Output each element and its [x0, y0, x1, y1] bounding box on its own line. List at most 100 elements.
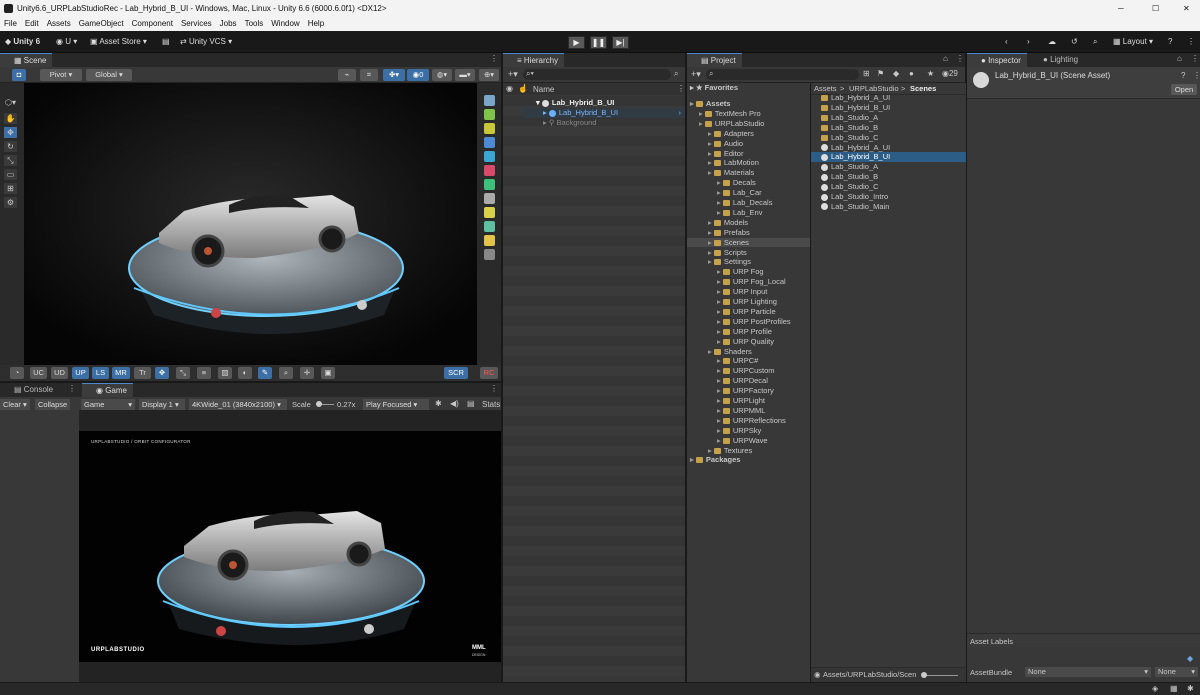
- hierarchy-search-input[interactable]: ⌕▾: [523, 69, 671, 80]
- info-icon[interactable]: ●: [909, 69, 914, 78]
- view-mode-icon[interactable]: ◘: [12, 69, 26, 81]
- project-tree-item[interactable]: ▸ Lab_Decals: [687, 198, 810, 208]
- scene-gauge-icon[interactable]: ◔: [10, 367, 24, 379]
- scene-file-item[interactable]: Lab_Hybrid_B_UI: [811, 152, 966, 163]
- expand-arrow-icon[interactable]: ▸: [717, 406, 723, 415]
- hierarchy-filter-icon[interactable]: ⌕: [674, 69, 678, 79]
- label-tag-icon[interactable]: ◆: [1187, 654, 1193, 663]
- scene-menu-icon[interactable]: ⋮: [490, 54, 498, 63]
- project-add-icon[interactable]: +▾: [691, 69, 701, 80]
- menu-help[interactable]: Help: [308, 19, 324, 28]
- rotate-tool-icon[interactable]: ↻: [4, 141, 17, 152]
- overlay-cube-icon[interactable]: [484, 137, 495, 148]
- breadcrumb-assets[interactable]: Assets: [814, 84, 837, 93]
- zoom-icon[interactable]: ⌕: [279, 367, 293, 379]
- project-tree-item[interactable]: ▸ URPFactory: [687, 386, 810, 396]
- expand-arrow-icon[interactable]: ▸: [708, 248, 714, 257]
- project-lock-icon[interactable]: ⌂: [943, 54, 948, 63]
- snap-icon[interactable]: ⌁: [338, 69, 356, 81]
- moon-icon[interactable]: ◐: [238, 367, 252, 379]
- menu-tools[interactable]: Tools: [245, 19, 264, 28]
- grid-snap-icon[interactable]: ⌗: [360, 69, 378, 81]
- scene-file-item[interactable]: Lab_Studio_Main: [811, 202, 966, 212]
- expand-arrow-icon[interactable]: ▸: [699, 109, 705, 118]
- expand-arrow-icon[interactable]: ▸: [708, 158, 714, 167]
- expand-arrow-icon[interactable]: ▸: [717, 376, 723, 385]
- project-tree-item[interactable]: ▸ URP Quality: [687, 337, 810, 347]
- project-tree-item[interactable]: ▸ Models: [687, 218, 810, 228]
- stats-button[interactable]: Stats: [482, 399, 500, 410]
- cube-tool-icon[interactable]: ⬡▾: [4, 97, 17, 108]
- project-tree-item[interactable]: ▸ Scripts: [687, 248, 810, 258]
- gizmo-toggle-icon[interactable]: ▤: [467, 399, 475, 408]
- scene-file-item[interactable]: Lab_Studio_B: [811, 172, 966, 182]
- search-icon[interactable]: ⌕: [1093, 35, 1097, 49]
- overlay-sphere-icon[interactable]: [484, 151, 495, 162]
- scale-icon[interactable]: ⤡: [176, 367, 190, 379]
- expand-arrow-icon[interactable]: ▸: [708, 446, 714, 455]
- camera-icon[interactable]: ▬▾: [455, 69, 475, 81]
- expand-arrow-icon[interactable]: ▸: [717, 198, 723, 207]
- rc-button[interactable]: RC: [480, 367, 498, 379]
- step-button[interactable]: ▶|: [612, 36, 629, 49]
- search-by-type-icon[interactable]: ⊞: [863, 69, 870, 78]
- folder-item[interactable]: Lab_Hybrid_A_UI: [811, 93, 966, 103]
- project-tree-item[interactable]: ▸ TextMesh Pro: [687, 109, 810, 119]
- gizmos-icon[interactable]: ⊕▾: [479, 69, 499, 81]
- tab-scene[interactable]: ▦ Scene: [0, 53, 53, 67]
- overlay-image-icon[interactable]: [484, 207, 495, 218]
- more-icon[interactable]: ⋮: [1187, 35, 1195, 49]
- brush-icon[interactable]: ✎: [258, 367, 272, 379]
- project-tree-item[interactable]: ▸ LabMotion: [687, 158, 810, 168]
- tools-dropdown-icon[interactable]: ✤▾: [383, 69, 405, 81]
- tab-inspector[interactable]: ● Inspector: [967, 53, 1027, 67]
- overlay-brush-icon[interactable]: [484, 249, 495, 260]
- favorites-row[interactable]: ▸ ★ Favorites: [687, 83, 810, 93]
- tab-project[interactable]: ▤ Project: [687, 53, 742, 67]
- project-tree-item[interactable]: ▸ URPC#: [687, 356, 810, 366]
- status-cache-icon[interactable]: ▦: [1170, 684, 1178, 693]
- expand-arrow-icon[interactable]: ▸: [717, 386, 723, 395]
- inspector-settings-icon[interactable]: ⋮: [1193, 71, 1200, 80]
- back-arrow-icon[interactable]: ‹: [1005, 35, 1008, 49]
- mr-button[interactable]: MR: [112, 367, 130, 379]
- move-tool-icon[interactable]: ✥: [4, 127, 17, 138]
- tab-game[interactable]: ◉ Game: [82, 383, 133, 397]
- project-tree-item[interactable]: ▸ URPSky: [687, 426, 810, 436]
- project-search-input[interactable]: ⌕: [706, 69, 859, 80]
- expand-arrow-icon[interactable]: ▸: [717, 396, 723, 405]
- menu-services[interactable]: Services: [181, 19, 212, 28]
- hierarchy-item-selected[interactable]: ▸ Lab_Hybrid_B_UI ›: [523, 108, 685, 118]
- search-by-label-icon[interactable]: ⚑: [877, 69, 884, 78]
- tab-hierarchy[interactable]: ≡ Hierarchy: [503, 53, 565, 67]
- tab-console[interactable]: ▤ Console: [0, 383, 59, 397]
- overlay-audio-icon[interactable]: [484, 165, 495, 176]
- folder-item[interactable]: Lab_Studio_B: [811, 123, 966, 133]
- assetbundle-dropdown[interactable]: None ▾: [1025, 667, 1151, 677]
- uc-button[interactable]: UC: [30, 367, 47, 379]
- expand-arrow-icon[interactable]: ▸: [699, 119, 705, 128]
- inspector-menu-icon[interactable]: ⋮: [1191, 54, 1199, 63]
- overlay-scene-icon[interactable]: [484, 95, 495, 106]
- scene-file-item[interactable]: Lab_Studio_C: [811, 182, 966, 192]
- menu-file[interactable]: File: [4, 19, 17, 28]
- hidden-count[interactable]: ◉29: [942, 69, 958, 78]
- project-tree-item[interactable]: ▸ URPReflections: [687, 416, 810, 426]
- vcs-button[interactable]: ⇄ Unity VCS ▾: [180, 35, 232, 49]
- project-tree-item[interactable]: ▸ URPDecal: [687, 376, 810, 386]
- up-button[interactable]: UP: [72, 367, 89, 379]
- cloud-icon[interactable]: ☁: [1048, 35, 1056, 49]
- project-tree-item[interactable]: ▸ Adapters: [687, 129, 810, 139]
- project-tree-item[interactable]: ▸ URP Lighting: [687, 297, 810, 307]
- project-tree-item[interactable]: ▸ Decals: [687, 178, 810, 188]
- gizmo-visibility-icon[interactable]: ◉0: [407, 69, 429, 81]
- expand-arrow-icon[interactable]: ▸: [708, 149, 714, 158]
- menu-window[interactable]: Window: [271, 19, 299, 28]
- expand-arrow-icon[interactable]: ▸: [717, 426, 723, 435]
- expand-arrow-icon[interactable]: ▸: [708, 218, 714, 227]
- breadcrumb-urplabstudio[interactable]: URPLabStudio: [849, 84, 899, 93]
- history-icon[interactable]: ↺: [1071, 35, 1078, 49]
- pause-button[interactable]: ❚❚: [590, 36, 607, 49]
- menu-jobs[interactable]: Jobs: [220, 19, 237, 28]
- expand-arrow-icon[interactable]: ▸: [708, 257, 714, 266]
